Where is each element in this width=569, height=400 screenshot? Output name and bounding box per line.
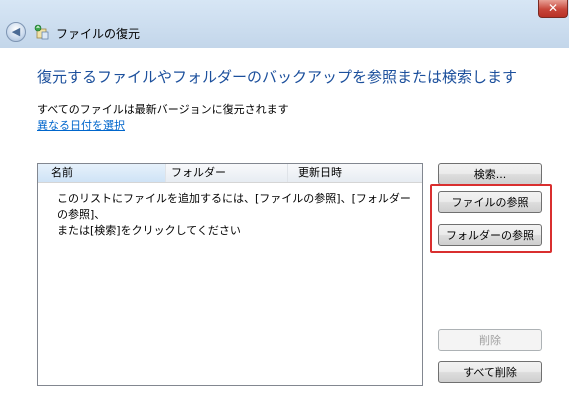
search-button[interactable]: 検索... bbox=[438, 163, 542, 185]
page-heading: 復元するファイルやフォルダーのバックアップを参照または検索します bbox=[37, 68, 518, 86]
close-icon: ✕ bbox=[547, 1, 559, 15]
file-restore-icon bbox=[34, 24, 49, 40]
browse-folders-button[interactable]: フォルダーの参照 bbox=[438, 224, 542, 246]
choose-date-link[interactable]: 異なる日付を選択 bbox=[37, 117, 125, 133]
list-header: 名前 フォルダー 更新日時 bbox=[38, 164, 422, 183]
delete-all-button[interactable]: すべて削除 bbox=[438, 361, 542, 383]
delete-button[interactable]: 削除 bbox=[438, 329, 542, 351]
empty-message-line-1: このリストにファイルを追加するには、[ファイルの参照]、[フォルダーの参照]、 bbox=[57, 192, 411, 221]
column-header-modified[interactable]: 更新日時 bbox=[288, 164, 422, 182]
back-button[interactable]: ◀ bbox=[6, 22, 26, 42]
back-arrow-icon: ◀ bbox=[11, 25, 21, 38]
empty-list-message: このリストにファイルを追加するには、[ファイルの参照]、[フォルダーの参照]、 … bbox=[57, 191, 417, 239]
close-button[interactable]: ✕ bbox=[538, 0, 568, 18]
column-header-name[interactable]: 名前 bbox=[38, 164, 166, 182]
browse-files-button[interactable]: ファイルの参照 bbox=[438, 191, 542, 213]
window-title: ファイルの復元 bbox=[56, 27, 141, 41]
file-list[interactable]: 名前 フォルダー 更新日時 このリストにファイルを追加するには、[ファイルの参照… bbox=[37, 163, 423, 386]
info-text: すべてのファイルは最新バージョンに復元されます bbox=[37, 103, 289, 116]
column-header-folder[interactable]: フォルダー bbox=[166, 164, 288, 182]
empty-message-line-2: または[検索]をクリックしてください bbox=[57, 224, 241, 237]
